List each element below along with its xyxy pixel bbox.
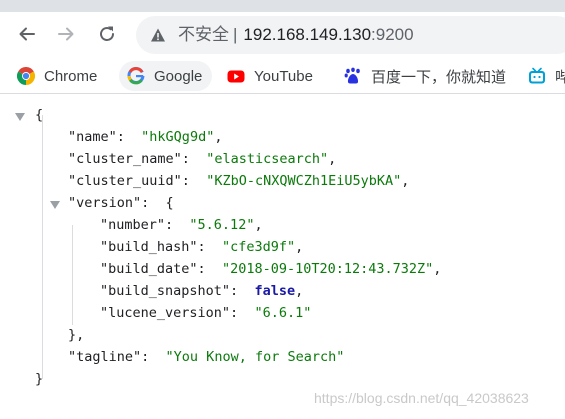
indent-guide [72,225,73,325]
address-bar[interactable]: 不安全 | 192.168.149.130:9200 [136,16,565,54]
json-viewer: { "name": "hkGQg9d", "cluster_name": "el… [0,96,565,419]
arrow-right-icon [58,27,74,41]
json-string-value: "KZbO-cNXQWCZh1EiU5ybKA" [206,173,402,189]
forward-button[interactable] [52,20,80,48]
json-string-value: "hkGQg9d" [141,129,215,145]
bookmark-label: YouTube [254,67,313,85]
reload-button[interactable] [93,20,121,48]
json-version-close: }, [68,327,85,343]
json-line-tagline: "tagline": "You Know, for Search" [68,349,345,365]
collapse-version-toggle[interactable] [50,201,60,209]
json-string-value: "cfe3d9f" [221,239,296,255]
bookmark-youtube[interactable]: YouTube [227,61,313,91]
bookmark-label: Google [154,67,203,85]
bookmark-baidu[interactable]: 百度一下，你就知道 [344,61,506,91]
json-string-value: "elasticsearch" [206,151,329,167]
json-line-cluster-name: "cluster_name": "elasticsearch", [68,151,337,167]
json-key: "build_hash" [100,239,198,255]
arrow-left-icon [19,27,35,41]
url-host: 192.168.149.130 [243,25,372,44]
indent-guide [42,115,43,379]
warning-triangle-icon [151,28,165,42]
reload-icon [100,26,114,41]
json-close-brace: } [35,371,44,387]
json-key: "cluster_name" [68,151,182,167]
json-string-value: "6.6.1" [254,305,312,321]
bookmark-label: 百度一下，你就知道 [371,68,507,86]
json-open-brace: { [35,107,44,123]
youtube-icon [227,70,245,83]
json-line-name: "name": "hkGQg9d", [68,129,223,145]
json-line-lucene-version: "lucene_version": "6.6.1" [100,305,312,321]
json-string-value: "5.6.12" [189,217,255,233]
bookmarks-bar: Chrome Google YouTube 百度一下，你就知道 哔 [0,58,565,94]
json-key: "version" [68,195,142,211]
browser-toolbar: 不安全 | 192.168.149.130:9200 [0,0,565,58]
json-key: "cluster_uuid" [68,173,182,189]
json-key: "build_snapshot" [100,283,231,299]
json-line-build-hash: "build_hash": "cfe3d9f", [100,239,304,255]
tab-strip-edge [0,0,565,12]
bilibili-icon [529,67,545,84]
google-icon [127,67,145,85]
bookmark-chrome[interactable]: Chrome [17,61,97,91]
chrome-icon [17,67,35,85]
watermark: https://blog.csdn.net/qq_42038623 [314,390,529,406]
json-line-build-snapshot: "build_snapshot": false, [100,283,304,299]
json-string-value: "2018-09-10T20:12:43.732Z" [221,261,434,277]
json-key: "number" [100,217,166,233]
url-separator: | [233,25,238,44]
json-line-cluster-uuid: "cluster_uuid": "KZbO-cNXQWCZh1EiU5ybKA"… [68,173,410,189]
json-line-build-date: "build_date": "2018-09-10T20:12:43.732Z"… [100,261,442,277]
back-button[interactable] [13,20,41,48]
json-key: "tagline" [68,349,142,365]
url-text: 不安全 | 192.168.149.130:9200 [178,25,414,45]
json-key: "build_date" [100,261,198,277]
json-line-version: "version": { [68,195,174,211]
json-key: "lucene_version" [100,305,231,321]
json-key: "name" [68,129,117,145]
collapse-root-toggle[interactable] [15,113,25,121]
json-string-value: "You Know, for Search" [165,349,345,365]
bookmark-bilibili[interactable]: 哔 [528,61,565,91]
json-boolean-value: false [254,283,296,299]
bookmark-label: Chrome [44,67,98,85]
baidu-icon [344,67,360,84]
security-label: 不安全 [178,25,229,44]
url-port: :9200 [371,25,414,44]
json-line-number: "number": "5.6.12", [100,217,263,233]
bookmark-label: 哔 [555,68,565,86]
bookmark-google[interactable]: Google [119,61,213,91]
